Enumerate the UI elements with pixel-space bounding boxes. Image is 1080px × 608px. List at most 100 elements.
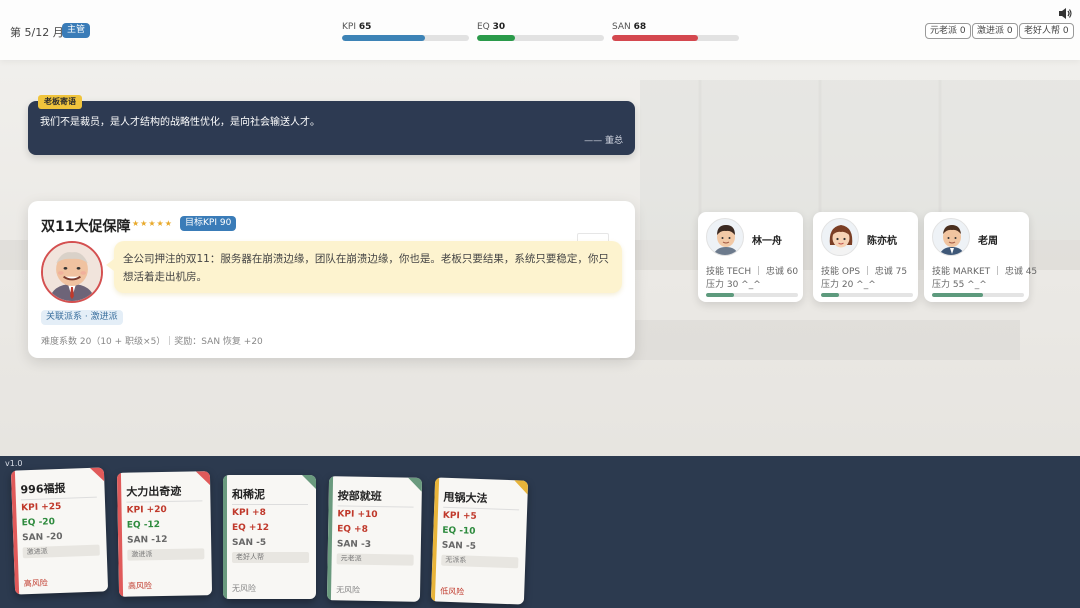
action-card-smooth-over[interactable]: 和稀泥 KPI +8 EQ +12 SAN -5 老好人帮 无风险 xyxy=(223,475,316,599)
card-eq-effect: EQ -20 xyxy=(21,517,56,529)
employee-avatar xyxy=(932,218,970,256)
card-faction-tag: 激进派 xyxy=(127,548,205,561)
card-corner-mark xyxy=(513,480,529,495)
eq-bar xyxy=(477,35,604,41)
employee-stress: 压力 20 ^_^ xyxy=(821,280,876,290)
card-accent-stripe xyxy=(116,472,124,597)
kpi-bar-fill xyxy=(342,35,425,41)
card-san-effect: SAN -20 xyxy=(22,531,63,544)
month-indicator: 第 5/12 月 xyxy=(10,26,64,39)
card-san-effect: SAN -5 xyxy=(441,540,477,552)
employee-skill: 技能 TECH ｜ 忠诚 60 xyxy=(706,267,799,277)
card-risk-label: 无风险 xyxy=(232,584,256,593)
quote-author: —— 董总 xyxy=(584,136,623,146)
eq-bar-fill xyxy=(477,35,516,41)
kpi-stat: KPI 65 xyxy=(342,21,469,41)
event-title: 双11大促保障 xyxy=(41,219,131,235)
san-bar xyxy=(612,35,739,41)
card-title: 甩锅大法 xyxy=(443,490,488,506)
card-accent-stripe xyxy=(223,475,227,599)
employee-avatar xyxy=(706,218,744,256)
top-status-bar: 第 5/12 月 主管 KPI 65 EQ 30 SAN 68 元老派 0 激进… xyxy=(0,0,1080,60)
stress-bar xyxy=(706,293,798,297)
sound-icon[interactable] xyxy=(1058,7,1072,20)
card-corner-mark xyxy=(407,477,423,492)
employee-card-chen[interactable]: 陈亦杭 技能 OPS ｜ 忠诚 75 压力 20 ^_^ xyxy=(813,212,918,302)
faction-chip-radicals[interactable]: 激进派 0 xyxy=(972,23,1018,39)
boss-avatar xyxy=(41,241,103,303)
card-kpi-effect: KPI +25 xyxy=(21,501,62,514)
eq-stat: EQ 30 xyxy=(477,21,604,41)
kpi-bar xyxy=(342,35,469,41)
difficulty-stars: ★★★★★ xyxy=(132,219,173,228)
eq-value: 30 xyxy=(492,22,506,32)
san-stat: SAN 68 xyxy=(612,21,739,41)
event-card: 双11大促保障 ★★★★★ 目标KPI 90 全公司押注的双11：服务器在崩溃边… xyxy=(28,201,635,358)
employee-name: 林一舟 xyxy=(752,236,782,247)
card-eq-effect: EQ -10 xyxy=(442,525,476,537)
card-faction-tag: 老好人帮 xyxy=(232,552,309,563)
kpi-label: KPI xyxy=(342,22,356,32)
card-title: 按部就班 xyxy=(337,489,382,504)
employee-skill: 技能 OPS ｜ 忠诚 75 xyxy=(821,267,908,277)
card-title: 大力出奇迹 xyxy=(126,484,182,499)
stress-bar-fill xyxy=(821,293,840,297)
card-san-effect: SAN -5 xyxy=(232,538,267,548)
card-faction-tag: 激进派 xyxy=(22,544,100,559)
stress-bar xyxy=(932,293,1024,297)
card-risk-label: 高风险 xyxy=(127,581,152,591)
card-corner-mark xyxy=(195,471,211,486)
action-card-996[interactable]: 996福报 KPI +25 EQ -20 SAN -20 激进派 高风险 xyxy=(10,467,109,595)
employee-skill: 技能 MARKET ｜ 忠诚 45 xyxy=(932,267,1038,277)
card-corner-mark xyxy=(89,467,105,482)
faction-chip-elders[interactable]: 元老派 0 xyxy=(925,23,971,39)
boss-face-icon xyxy=(43,243,101,301)
action-card-routine[interactable]: 按部就班 KPI +10 EQ +8 SAN -3 元老派 无风险 xyxy=(326,476,423,602)
stress-bar xyxy=(821,293,913,297)
card-corner-mark xyxy=(302,475,316,489)
card-title: 996福报 xyxy=(20,481,66,497)
card-kpi-effect: KPI +8 xyxy=(232,508,266,518)
employee-card-lin[interactable]: 林一舟 技能 TECH ｜ 忠诚 60 压力 30 ^_^ xyxy=(698,212,803,302)
employee-stress: 压力 55 ^_^ xyxy=(932,280,987,290)
male-avatar-icon xyxy=(713,225,739,255)
card-risk-label: 无风险 xyxy=(336,585,361,595)
san-value: 68 xyxy=(633,22,647,32)
quote-tag: 老板寄语 xyxy=(38,95,82,109)
kpi-value: 65 xyxy=(358,22,372,32)
action-card-brute-force[interactable]: 大力出奇迹 KPI +20 EQ -12 SAN -12 激进派 高风险 xyxy=(116,471,213,597)
female-avatar-icon xyxy=(828,225,854,255)
san-bar-fill xyxy=(612,35,699,41)
related-faction-tag: 关联派系 · 激进派 xyxy=(41,310,123,325)
card-kpi-effect: KPI +10 xyxy=(337,509,378,521)
card-faction-tag: 元老派 xyxy=(336,553,414,566)
card-eq-effect: EQ +12 xyxy=(232,523,269,533)
card-san-effect: SAN -3 xyxy=(336,539,372,550)
employee-name: 陈亦杭 xyxy=(867,236,897,247)
eq-label: EQ xyxy=(477,22,490,32)
card-kpi-effect: KPI +5 xyxy=(442,510,477,522)
card-risk-label: 低风险 xyxy=(440,586,465,597)
difficulty-reward-text: 难度系数 20（10 + 职级×5）｜奖励：SAN 恢复 +20 xyxy=(41,337,263,347)
card-risk-label: 高风险 xyxy=(23,578,48,589)
employee-card-zhou[interactable]: 老周 技能 MARKET ｜ 忠诚 45 压力 55 ^_^ xyxy=(924,212,1037,302)
boss-quote-panel: 老板寄语 我们不是裁员，是人才结构的战略性优化，是向社会输送人才。 —— 董总 xyxy=(28,95,635,155)
employee-name: 老周 xyxy=(978,236,998,247)
target-kpi-badge: 目标KPI 90 xyxy=(180,216,237,231)
card-eq-effect: EQ -12 xyxy=(126,520,161,531)
card-accent-stripe xyxy=(326,476,334,601)
card-faction-tag: 无派系 xyxy=(441,554,519,569)
male-avatar-icon xyxy=(939,225,965,255)
employee-stress: 压力 30 ^_^ xyxy=(706,280,761,290)
faction-chip-nice-guys[interactable]: 老好人帮 0 xyxy=(1019,23,1074,39)
card-san-effect: SAN -12 xyxy=(127,534,168,546)
card-title: 和稀泥 xyxy=(232,488,265,501)
stress-bar-fill xyxy=(932,293,983,297)
event-description: 全公司押注的双11：服务器在崩溃边缘，团队在崩溃边缘，你也是。老板只要结果，系统… xyxy=(106,241,622,293)
card-kpi-effect: KPI +20 xyxy=(126,504,167,516)
quote-text: 我们不是裁员，是人才结构的战略性优化，是向社会输送人才。 xyxy=(40,117,320,128)
employee-avatar xyxy=(821,218,859,256)
role-badge: 主管 xyxy=(62,23,91,38)
san-label: SAN xyxy=(612,22,631,32)
action-card-shift-blame[interactable]: 甩锅大法 KPI +5 EQ -10 SAN -5 无派系 低风险 xyxy=(430,477,529,605)
